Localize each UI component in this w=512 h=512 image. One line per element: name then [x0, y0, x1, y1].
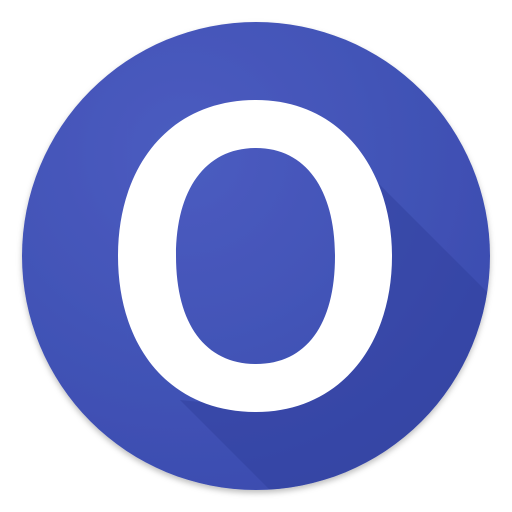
app-launcher-icon: [0, 0, 512, 512]
letter-o-logo-icon: [22, 22, 490, 490]
